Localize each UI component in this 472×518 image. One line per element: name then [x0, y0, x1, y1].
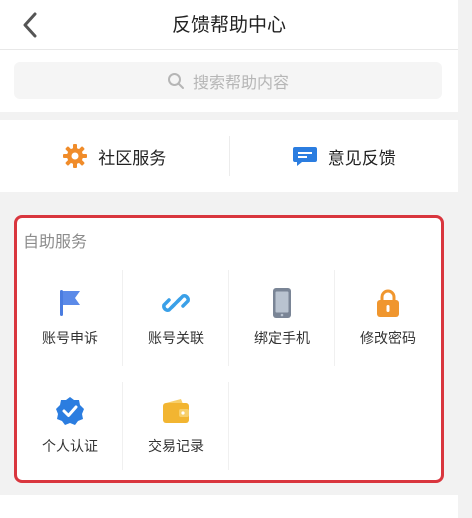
- search-input[interactable]: 搜索帮助内容: [14, 62, 442, 99]
- section-title: 自助服务: [23, 232, 88, 251]
- account-appeal-button[interactable]: 账号申诉: [17, 262, 123, 374]
- self-service-panel: 自助服务 账号申诉 账号关联 绑定手机 修改密码 个人认证 交易记录: [14, 215, 444, 483]
- grid-item-label: 个人认证: [42, 439, 98, 455]
- feedback-button[interactable]: 意见反馈: [230, 120, 459, 192]
- flag-icon: [60, 290, 80, 316]
- feedback-label: 意见反馈: [327, 148, 396, 169]
- phone-icon: [273, 288, 291, 318]
- community-service-label: 社区服务: [98, 148, 167, 169]
- verified-badge-icon: [56, 397, 84, 425]
- search-icon: [167, 72, 184, 89]
- wallet-icon: [163, 399, 189, 423]
- grid-item-label: 账号关联: [148, 331, 204, 347]
- transaction-records-button[interactable]: 交易记录: [123, 374, 229, 478]
- personal-verification-button[interactable]: 个人认证: [17, 374, 123, 478]
- grid-item-label: 修改密码: [360, 331, 416, 347]
- lock-icon: [377, 289, 399, 317]
- gear-icon: [63, 144, 88, 168]
- search-placeholder: 搜索帮助内容: [192, 72, 289, 92]
- page-title: 反馈帮助中心: [171, 14, 286, 36]
- community-service-button[interactable]: 社区服务: [0, 120, 229, 192]
- search-section: 搜索帮助内容: [0, 50, 458, 112]
- grid-item-label: 账号申诉: [42, 331, 98, 347]
- quick-actions: 社区服务 意见反馈: [0, 120, 458, 192]
- account-link-button[interactable]: 账号关联: [123, 262, 229, 374]
- next-section: [0, 495, 458, 518]
- link-icon: [162, 294, 190, 312]
- self-service-grid: 账号申诉 账号关联 绑定手机 修改密码 个人认证 交易记录: [17, 262, 441, 478]
- grid-item-label: 绑定手机: [254, 331, 310, 347]
- navigation-bar: 反馈帮助中心: [0, 0, 458, 50]
- bind-phone-button[interactable]: 绑定手机: [229, 262, 335, 374]
- chat-bubble-icon: [292, 147, 317, 166]
- change-password-button[interactable]: 修改密码: [335, 262, 441, 374]
- grid-item-label: 交易记录: [148, 439, 204, 455]
